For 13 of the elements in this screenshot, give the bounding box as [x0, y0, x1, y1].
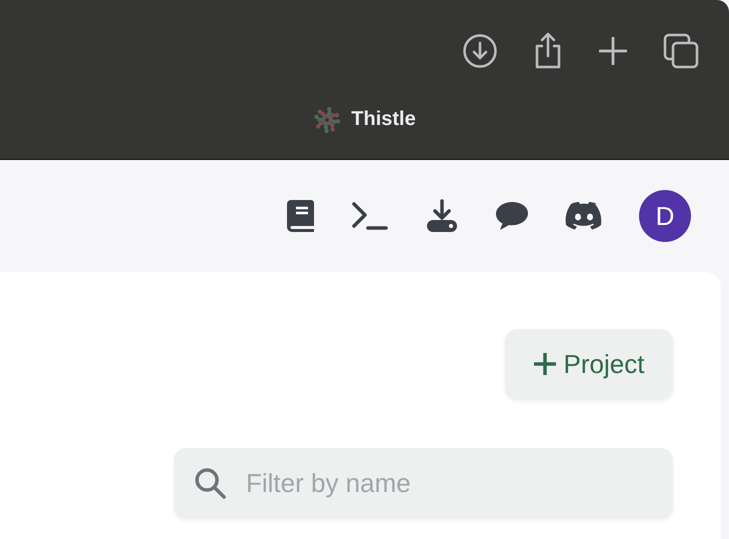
user-avatar[interactable]: D: [639, 190, 691, 242]
tab-title[interactable]: Thistle: [351, 108, 416, 131]
download-icon[interactable]: [425, 199, 459, 233]
plus-icon[interactable]: [599, 37, 627, 65]
book-icon[interactable]: [287, 200, 315, 232]
tabs-icon[interactable]: [663, 33, 699, 69]
chat-bubble-icon[interactable]: [495, 201, 529, 231]
plus-icon: [534, 353, 556, 375]
share-icon[interactable]: [533, 32, 563, 70]
search-field[interactable]: Filter by name: [174, 448, 673, 519]
new-project-button[interactable]: Project: [505, 329, 673, 399]
terminal-icon[interactable]: [351, 201, 389, 231]
download-icon[interactable]: [463, 34, 497, 68]
